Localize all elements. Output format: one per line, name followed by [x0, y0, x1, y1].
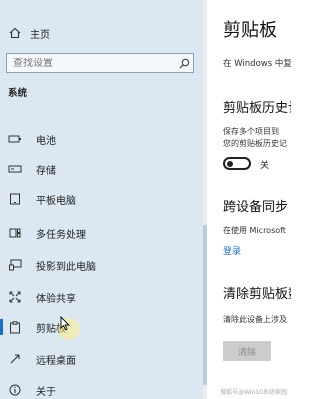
- watermark: 搜狐号@Win10系统家园: [220, 389, 287, 396]
- sidebar-item-clipboard[interactable]: 剪贴板: [0, 315, 207, 339]
- page-title: 剪贴板: [223, 20, 277, 41]
- clipboard-icon: [8, 320, 22, 334]
- remote-desktop-icon: [8, 353, 22, 365]
- clipboard-history-heading: 剪贴板历史记: [223, 101, 291, 116]
- nav-home[interactable]: 主页: [8, 24, 50, 42]
- active-indicator: [0, 319, 3, 335]
- settings-sidebar: 主页 系统 电池 存储 平板电脑 多任务处理 投影到此电: [0, 0, 207, 399]
- sidebar-item-label: 关于: [36, 386, 56, 398]
- page-subtitle: 在 Windows 中复: [223, 59, 291, 69]
- sidebar-item-label: 平板电脑: [36, 195, 76, 207]
- shared-experiences-icon: [8, 291, 22, 303]
- home-icon: [8, 27, 22, 39]
- clipboard-history-toggle[interactable]: [223, 157, 251, 170]
- mouse-cursor-icon: [60, 315, 70, 335]
- search-box[interactable]: [6, 53, 194, 73]
- sync-desc: 在使用 Microsoft: [223, 226, 286, 235]
- sidebar-item-tablet[interactable]: 平板电脑: [0, 187, 207, 211]
- sidebar-item-shared-experiences[interactable]: 体验共享: [0, 285, 207, 309]
- toggle-state-label: 关: [260, 161, 270, 171]
- sidebar-item-battery[interactable]: 电池: [0, 127, 207, 151]
- multitasking-icon: [8, 227, 22, 239]
- clipboard-history-desc-line2: 您的剪贴板历史记: [223, 139, 287, 148]
- clipboard-settings-panel: 剪贴板 在 Windows 中复 剪贴板历史记 保存多个项目到 您的剪贴板历史记…: [207, 0, 291, 399]
- sidebar-item-about[interactable]: 关于: [0, 378, 207, 399]
- search-input[interactable]: [7, 57, 175, 69]
- sidebar-item-label: 存储: [36, 165, 56, 177]
- sidebar-item-remote-desktop[interactable]: 远程桌面: [0, 347, 207, 371]
- sidebar-item-label: 多任务处理: [36, 229, 86, 241]
- sidebar-item-label: 远程桌面: [36, 355, 76, 367]
- search-icon[interactable]: [175, 58, 193, 69]
- storage-icon: [8, 164, 22, 174]
- toggle-knob: [227, 161, 233, 167]
- section-title-system: 系统: [8, 88, 28, 99]
- sidebar-item-label: 投影到此电脑: [36, 261, 96, 273]
- sidebar-item-storage[interactable]: 存储: [0, 157, 207, 181]
- battery-icon: [8, 134, 22, 144]
- clipboard-history-desc-line1: 保存多个项目到: [223, 127, 279, 136]
- info-icon: [8, 384, 22, 396]
- sidebar-item-label: 体验共享: [36, 293, 76, 305]
- sign-in-link[interactable]: 登录: [223, 244, 241, 257]
- clear-button[interactable]: 清除: [223, 341, 271, 361]
- clear-data-desc: 清除此设备上涉及: [223, 315, 287, 324]
- project-icon: [8, 259, 22, 271]
- tablet-icon: [8, 193, 22, 205]
- nav-home-label: 主页: [30, 29, 50, 41]
- clear-data-heading: 清除剪贴板数: [223, 287, 291, 302]
- sidebar-item-label: 电池: [36, 135, 56, 147]
- sync-heading: 跨设备同步: [223, 200, 289, 215]
- sidebar-item-multitasking[interactable]: 多任务处理: [0, 221, 207, 245]
- sidebar-item-project-to-pc[interactable]: 投影到此电脑: [0, 253, 207, 277]
